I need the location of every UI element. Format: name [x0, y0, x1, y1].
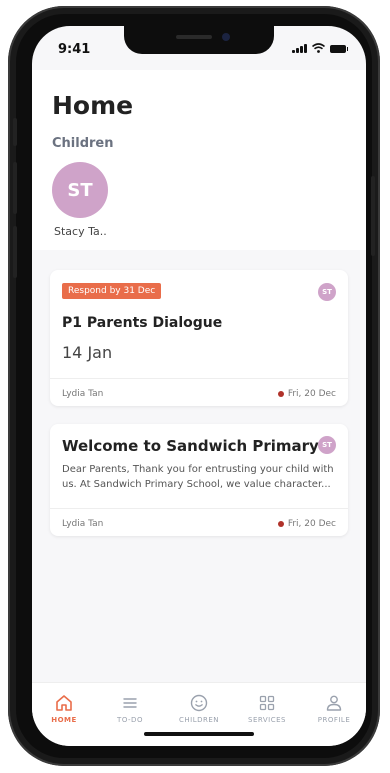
mute-switch	[13, 118, 17, 146]
announcement-card-welcome[interactable]: Welcome to Sandwich Primary ST Dear Pare…	[50, 424, 348, 536]
home-icon	[56, 695, 72, 711]
card-title: P1 Parents Dialogue	[62, 315, 223, 331]
volume-down-button	[13, 226, 17, 278]
tab-home[interactable]: HOME	[34, 693, 94, 724]
speaker	[176, 35, 212, 39]
grid-icon	[259, 695, 275, 711]
notch	[124, 26, 274, 54]
card-preview-text: Dear Parents, Thank you for entrusting y…	[62, 464, 334, 490]
page-title: Home	[52, 91, 134, 120]
tab-children[interactable]: CHILDREN	[169, 693, 229, 724]
battery-icon	[330, 45, 348, 53]
card-timestamp: Fri, 20 Dec	[287, 519, 336, 529]
camera	[222, 33, 230, 41]
home-header: Home Children ST Stacy Ta..	[32, 70, 366, 250]
card-avatar: ST	[318, 283, 336, 301]
system-icons	[292, 43, 348, 53]
status-bar: 9:41	[32, 26, 366, 70]
card-divider	[50, 508, 348, 509]
card-timestamp: Fri, 20 Dec	[287, 389, 336, 399]
child-name[interactable]: Stacy Ta..	[54, 225, 107, 238]
person-icon	[326, 695, 342, 711]
home-indicator[interactable]	[144, 732, 254, 736]
tab-label: SERVICES	[248, 716, 286, 724]
status-time: 9:41	[58, 42, 91, 57]
card-event-date: 14 Jan	[62, 343, 113, 362]
child-avatar[interactable]: ST	[52, 162, 108, 218]
children-label: Children	[52, 136, 114, 151]
tab-label: TO-DO	[117, 716, 143, 724]
tab-label: HOME	[51, 716, 77, 724]
announcement-card-p1-dialogue[interactable]: Respond by 31 Dec ST P1 Parents Dialogue…	[50, 270, 348, 406]
card-title: Welcome to Sandwich Primary	[62, 437, 319, 455]
unread-dot	[278, 521, 284, 527]
respond-by-badge: Respond by 31 Dec	[62, 283, 162, 299]
tab-services[interactable]: SERVICES	[237, 693, 297, 724]
unread-dot	[278, 391, 284, 397]
power-button	[371, 176, 375, 256]
tab-label: CHILDREN	[178, 716, 220, 724]
tab-to-do[interactable]: TO-DO	[100, 693, 160, 724]
list-icon	[123, 698, 137, 708]
smiley-icon	[190, 694, 208, 712]
tab-label: PROFILE	[317, 716, 351, 724]
card-sender: Lydia Tan	[62, 519, 104, 529]
card-avatar: ST	[318, 436, 336, 454]
app-screen: 9:41 Home Children ST Stacy Ta.. Respond…	[32, 26, 366, 746]
card-divider	[50, 378, 348, 379]
card-sender: Lydia Tan	[62, 389, 104, 399]
bottom-tab-bar: HOME TO-DO CHILDREN SERVICES PROFILE	[32, 682, 366, 746]
volume-up-button	[13, 162, 17, 214]
wifi-icon	[312, 43, 325, 53]
signal-icon	[292, 44, 307, 53]
tab-profile[interactable]: PROFILE	[304, 693, 364, 724]
